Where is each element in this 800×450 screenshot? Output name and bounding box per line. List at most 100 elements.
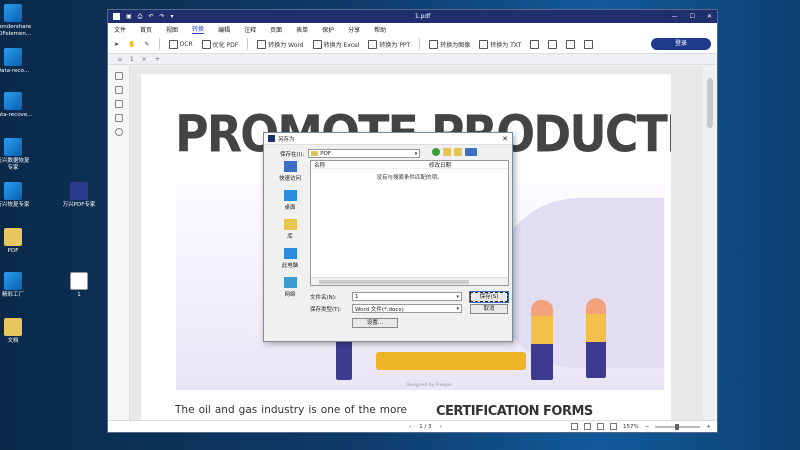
- save-icon[interactable]: ▣: [126, 13, 132, 20]
- place-label: 库: [287, 234, 293, 240]
- scrollbar-thumb[interactable]: [707, 78, 713, 128]
- zoom-slider-knob[interactable]: [675, 423, 680, 430]
- toolbar-button[interactable]: 转换为 Excel: [312, 39, 359, 49]
- back-icon[interactable]: [432, 148, 440, 156]
- single-page-view-icon[interactable]: [571, 423, 579, 430]
- document-tab[interactable]: 1: [130, 56, 134, 63]
- combine-icon[interactable]: [548, 39, 558, 49]
- settings-button[interactable]: 设置...: [352, 318, 398, 328]
- batch-icon[interactable]: [530, 39, 540, 49]
- menu-item[interactable]: 文件: [114, 25, 126, 34]
- toolbar-button[interactable]: OCR: [168, 39, 193, 49]
- hand-tool-icon[interactable]: ✋: [128, 41, 135, 48]
- illustration-credit: Designed by Freepik: [406, 383, 452, 388]
- close-icon[interactable]: ✕: [707, 13, 712, 20]
- lookin-select[interactable]: PDF ▾: [308, 149, 421, 158]
- edit-tool-icon[interactable]: ✎: [145, 41, 150, 48]
- column-modified[interactable]: 修改日期: [426, 161, 451, 169]
- desktop-icon[interactable]: 万兴恢复专家: [0, 182, 38, 209]
- vertical-scrollbar[interactable]: [703, 66, 717, 420]
- toolbar-button[interactable]: 转换为 PPT: [368, 39, 411, 49]
- horizontal-scrollbar[interactable]: [311, 277, 508, 285]
- minimize-icon[interactable]: —: [672, 13, 678, 20]
- login-button[interactable]: 登录: [651, 38, 711, 50]
- menu-item[interactable]: 表单: [296, 25, 308, 34]
- dialog-nav-tools: [432, 148, 477, 156]
- menu-item[interactable]: 页面: [270, 25, 282, 34]
- compare-icon[interactable]: [566, 39, 576, 49]
- select-tool-icon[interactable]: ➤: [114, 41, 119, 48]
- desktop-app-icon: [4, 228, 22, 246]
- menu-item[interactable]: 保护: [322, 25, 334, 34]
- zoom-out-icon[interactable]: −: [645, 424, 650, 430]
- thumbnail-icon[interactable]: [114, 72, 123, 80]
- new-folder-icon[interactable]: [454, 148, 462, 156]
- desktop-icon[interactable]: 万兴数据恢复 专家: [0, 138, 38, 172]
- two-page-view-icon[interactable]: [597, 423, 605, 430]
- convert-icon: [368, 39, 378, 49]
- dialog-app-icon: [268, 135, 275, 142]
- place-library[interactable]: 库: [270, 219, 310, 240]
- bookmark-icon[interactable]: [114, 86, 123, 94]
- filetype-select[interactable]: Word 文件(*.docx) ▾: [352, 304, 462, 313]
- save-as-dialog: 另存为 ✕ 保存在(I): PDF ▾ 快速访问 桌面库此电脑 网络 名称 修改日期…: [263, 132, 513, 342]
- page-indicator[interactable]: 1 / 3: [419, 424, 431, 430]
- menu-item[interactable]: 首页: [140, 25, 152, 34]
- toolbar-button[interactable]: 转换为 TXT: [479, 39, 521, 49]
- place-network[interactable]: 网络: [270, 277, 310, 298]
- zoom-level[interactable]: 157%: [623, 424, 639, 430]
- desktop-icon[interactable]: PDF: [0, 228, 38, 255]
- place-this-pc[interactable]: 此电脑: [270, 248, 310, 269]
- dialog-close-icon[interactable]: ✕: [502, 135, 508, 143]
- search-icon[interactable]: [114, 128, 123, 136]
- desktop-icon[interactable]: 精彩工厂: [0, 272, 38, 299]
- menu-item[interactable]: 注释: [244, 25, 256, 34]
- desktop-icon[interactable]: 1: [54, 272, 104, 299]
- menu-item[interactable]: 视图: [166, 25, 178, 34]
- zoom-in-icon[interactable]: +: [706, 424, 711, 430]
- desktop-icon[interactable]: Data-reco...: [0, 48, 38, 75]
- file-list[interactable]: 名称 修改日期 没有与搜索条件匹配的项。: [310, 160, 509, 286]
- undo-icon[interactable]: ↶: [148, 13, 153, 20]
- left-sidebar: [108, 66, 130, 420]
- filename-input[interactable]: 1 ▾: [352, 292, 462, 301]
- print-icon[interactable]: ⎙: [138, 13, 143, 21]
- zoom-slider[interactable]: [655, 423, 701, 430]
- redo-icon[interactable]: ↷: [160, 13, 165, 20]
- prev-page-icon[interactable]: ‹: [409, 424, 411, 430]
- desktop-icon[interactable]: 万兴PDF专家: [54, 182, 104, 209]
- attachment-icon[interactable]: [114, 114, 123, 122]
- column-name[interactable]: 名称: [311, 161, 426, 169]
- desktop-app-icon: [4, 318, 22, 336]
- home-tab-icon[interactable]: ⌂: [118, 56, 122, 63]
- up-folder-icon[interactable]: [443, 148, 451, 156]
- scrollbar-thumb[interactable]: [319, 280, 469, 284]
- menu-item[interactable]: 转换: [192, 24, 205, 34]
- menu-item[interactable]: 分享: [348, 25, 360, 34]
- extract-icon[interactable]: [584, 39, 594, 49]
- fit-width-icon[interactable]: [610, 423, 618, 430]
- convert-icon: [257, 39, 267, 49]
- menu-item[interactable]: 编辑: [218, 25, 230, 34]
- continuous-view-icon[interactable]: [584, 423, 592, 430]
- new-tab-icon[interactable]: +: [155, 56, 160, 63]
- tab-close-icon[interactable]: ×: [142, 56, 147, 63]
- comment-icon[interactable]: [114, 100, 123, 108]
- toolbar-button[interactable]: 优化 PDF: [201, 39, 238, 49]
- desktop-icon[interactable]: Data-recove...: [0, 92, 38, 119]
- cancel-button[interactable]: 取消: [470, 304, 508, 314]
- toolbar-divider: [158, 38, 160, 50]
- maximize-icon[interactable]: ☐: [690, 13, 695, 20]
- toolbar-button[interactable]: 转换为图像: [429, 39, 470, 49]
- save-button[interactable]: 保存(S): [469, 291, 509, 303]
- view-menu-icon[interactable]: [465, 148, 477, 156]
- toolbar-button[interactable]: 转换为 Word: [257, 39, 304, 49]
- desktop-icon[interactable]: 文档: [0, 318, 38, 345]
- toolbar-button-label: 转换为 PPT: [379, 41, 411, 49]
- menu-item[interactable]: 帮助: [374, 25, 386, 34]
- place-desktop[interactable]: 桌面: [270, 190, 310, 211]
- desktop-icon[interactable]: Wondershare PDFelemen...: [0, 4, 38, 38]
- place-quick-access[interactable]: 快速访问: [270, 161, 310, 182]
- next-page-icon[interactable]: ›: [440, 424, 442, 430]
- filetype-label: 保存类型(T):: [310, 307, 342, 313]
